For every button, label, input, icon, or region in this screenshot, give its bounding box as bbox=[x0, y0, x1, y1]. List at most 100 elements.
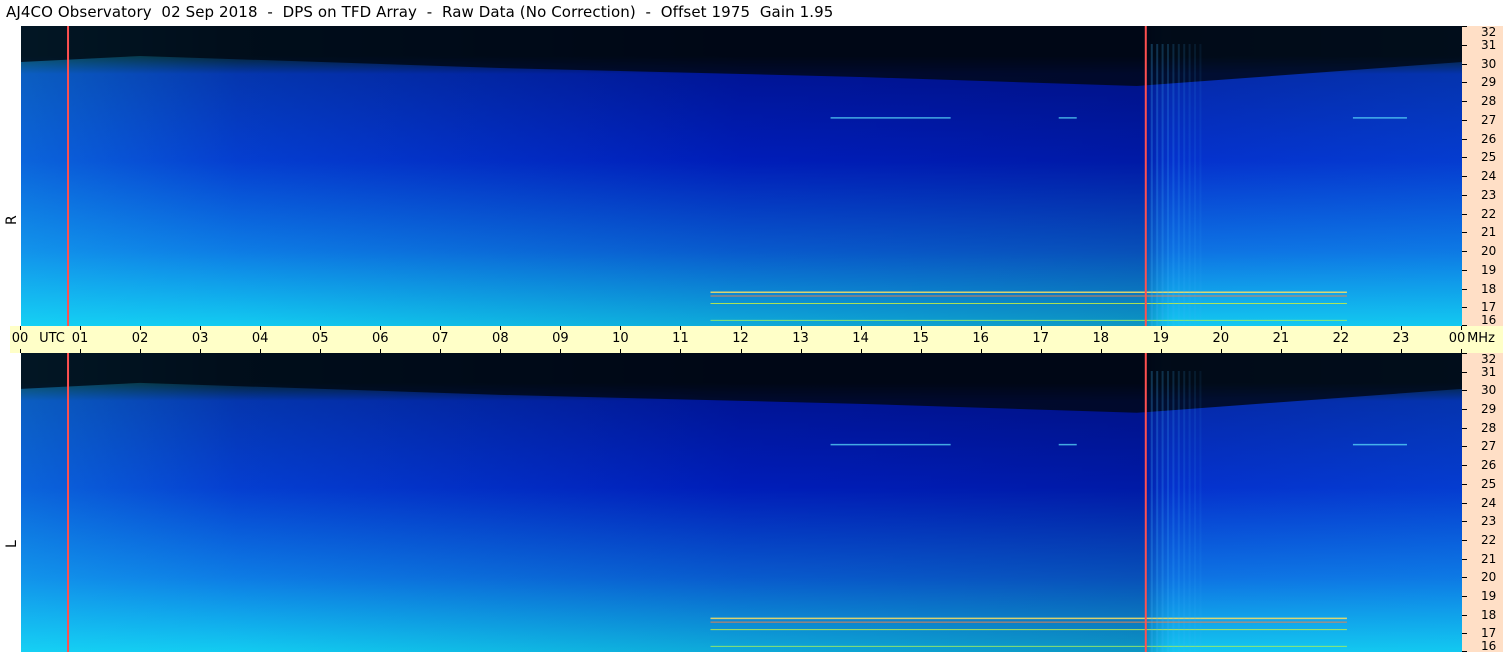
frequency-tick-label: 25 bbox=[1481, 476, 1497, 491]
time-tick-label: MHz bbox=[1467, 331, 1495, 346]
frequency-tick bbox=[1462, 251, 1467, 252]
time-tick bbox=[380, 349, 382, 353]
time-tick-label: 19 bbox=[1152, 331, 1170, 346]
frequency-tick-label: 23 bbox=[1481, 514, 1497, 529]
frequency-tick-label: 22 bbox=[1481, 532, 1497, 547]
time-tick bbox=[1100, 326, 1102, 330]
frequency-tick-label: 30 bbox=[1481, 56, 1497, 71]
frequency-tick bbox=[1462, 325, 1467, 326]
frequency-tick bbox=[1462, 651, 1467, 652]
frequency-tick bbox=[1462, 288, 1467, 290]
frequency-tick bbox=[1462, 577, 1467, 579]
time-tick bbox=[320, 326, 322, 330]
spectrogram-rcp bbox=[21, 26, 1462, 326]
frequency-tick-label: 23 bbox=[1481, 187, 1497, 202]
frequency-tick-label: 20 bbox=[1481, 244, 1497, 258]
time-tick bbox=[1280, 349, 1282, 353]
time-tick bbox=[680, 326, 682, 330]
time-tick bbox=[800, 349, 802, 353]
frequency-tick bbox=[1462, 409, 1467, 411]
time-tick bbox=[920, 326, 922, 330]
time-tick bbox=[1160, 349, 1162, 353]
time-tick bbox=[1400, 349, 1402, 353]
time-tick bbox=[260, 349, 262, 353]
time-tick bbox=[740, 326, 742, 330]
time-tick-label: 17 bbox=[1032, 331, 1049, 346]
frequency-tick-label: 26 bbox=[1481, 131, 1497, 146]
frequency-tick-label: 21 bbox=[1481, 225, 1497, 240]
time-tick bbox=[620, 326, 622, 330]
frequency-tick-label: 25 bbox=[1481, 150, 1497, 165]
frequency-tick-label: 19 bbox=[1481, 588, 1497, 603]
frequency-tick bbox=[1462, 157, 1467, 159]
time-tick-label: 07 bbox=[432, 331, 449, 346]
frequency-tick-label: 27 bbox=[1481, 112, 1497, 127]
time-tick bbox=[740, 349, 742, 353]
time-tick-label: UTC bbox=[39, 331, 65, 346]
frequency-tick-label: 18 bbox=[1481, 281, 1497, 296]
time-tick bbox=[860, 326, 862, 330]
frequency-tick-label: 29 bbox=[1481, 402, 1497, 417]
time-tick bbox=[320, 349, 322, 353]
frequency-tick bbox=[1462, 502, 1467, 504]
frequency-tick bbox=[1462, 232, 1467, 234]
frequency-tick bbox=[1462, 558, 1467, 560]
frequency-tick bbox=[1462, 194, 1467, 196]
frequency-tick bbox=[1462, 446, 1467, 448]
time-tick-label: 00 bbox=[11, 331, 29, 346]
frequency-tick-label: 30 bbox=[1481, 383, 1497, 398]
time-tick-label: 12 bbox=[732, 331, 749, 346]
time-tick bbox=[140, 349, 142, 353]
time-tick bbox=[1280, 326, 1282, 330]
frequency-tick-label: 24 bbox=[1481, 169, 1497, 183]
frequency-tick-label: 28 bbox=[1481, 94, 1497, 108]
frequency-tick-label: 31 bbox=[1481, 37, 1497, 52]
time-tick bbox=[1040, 349, 1042, 353]
time-tick bbox=[80, 349, 82, 353]
frequency-tick bbox=[1462, 483, 1467, 485]
time-tick-label: 14 bbox=[852, 331, 869, 346]
time-tick bbox=[680, 349, 682, 353]
frequency-tick bbox=[1462, 539, 1467, 541]
time-tick bbox=[20, 349, 21, 353]
frequency-tick bbox=[1462, 213, 1467, 215]
frequency-tick-label: 27 bbox=[1481, 439, 1497, 454]
time-tick bbox=[440, 349, 442, 353]
time-tick-label: 13 bbox=[792, 331, 809, 346]
frequency-tick bbox=[1462, 390, 1467, 392]
time-tick-label: 02 bbox=[131, 331, 149, 346]
time-tick-label: 22 bbox=[1332, 331, 1350, 346]
time-tick bbox=[1400, 326, 1402, 330]
time-tick bbox=[1340, 349, 1342, 353]
time-tick-label: 21 bbox=[1272, 331, 1290, 346]
frequency-tick-label: 18 bbox=[1481, 607, 1497, 622]
time-tick-label: 06 bbox=[371, 331, 389, 346]
frequency-tick-label: 31 bbox=[1481, 364, 1497, 379]
time-tick bbox=[1220, 326, 1222, 330]
time-tick bbox=[1220, 349, 1222, 353]
frequency-tick-label: 29 bbox=[1481, 75, 1497, 90]
time-tick bbox=[140, 326, 142, 330]
frequency-tick bbox=[1462, 595, 1467, 597]
time-tick-label: 00 bbox=[1448, 331, 1466, 346]
time-tick bbox=[440, 326, 442, 330]
time-tick-label: 16 bbox=[972, 331, 989, 346]
time-tick bbox=[1461, 326, 1462, 330]
time-tick bbox=[1340, 326, 1342, 330]
spectrogram-lcp bbox=[21, 353, 1462, 652]
time-tick bbox=[500, 326, 502, 330]
time-tick bbox=[980, 349, 982, 353]
time-tick-label: 03 bbox=[191, 331, 209, 346]
frequency-tick bbox=[1462, 465, 1467, 467]
time-tick bbox=[80, 326, 82, 330]
time-tick-label: 01 bbox=[71, 331, 89, 346]
time-tick bbox=[860, 349, 862, 353]
frequency-tick-label: 19 bbox=[1481, 262, 1497, 277]
frequency-tick-label: 16 bbox=[1481, 639, 1497, 653]
time-tick-label: 18 bbox=[1092, 331, 1110, 346]
time-tick bbox=[620, 349, 622, 353]
time-tick-label: 20 bbox=[1212, 331, 1230, 346]
time-tick bbox=[980, 326, 982, 330]
frequency-tick bbox=[1462, 614, 1467, 616]
time-tick-label: 09 bbox=[552, 331, 569, 346]
